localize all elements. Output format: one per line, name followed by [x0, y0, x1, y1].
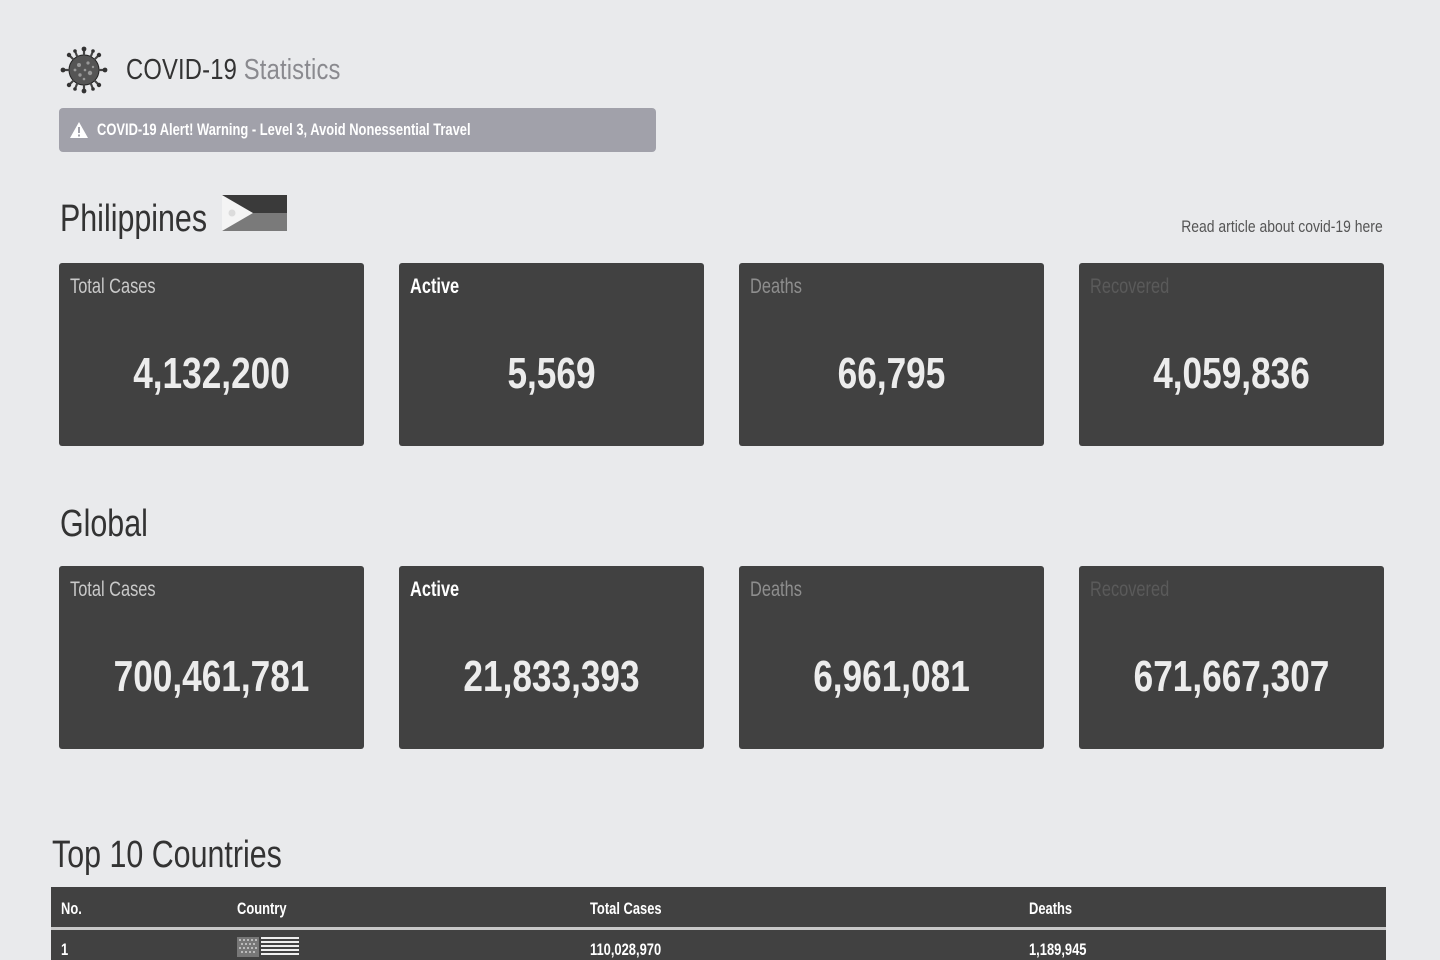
virus-icon	[60, 46, 108, 94]
stat-card-recovered: Recovered 4,059,836	[1079, 263, 1384, 446]
row-total-cases: 110,028,970	[590, 940, 662, 959]
card-label: Recovered	[1090, 578, 1170, 601]
table-header: No. Country Total Cases Deaths	[51, 887, 1386, 930]
column-header-deaths: Deaths	[1029, 899, 1073, 918]
card-value: 700,461,781	[113, 652, 310, 701]
global-stat-cards: Total Cases 700,461,781 Active 21,833,39…	[59, 566, 1384, 749]
column-header-total-cases: Total Cases	[590, 899, 662, 918]
row-number: 1	[61, 940, 69, 959]
card-value: 4,059,836	[1153, 349, 1310, 398]
alert-banner: COVID-19 Alert! Warning - Level 3, Avoid…	[59, 108, 656, 152]
column-header-no: No.	[61, 899, 82, 918]
top10-title: Top 10 Countries	[52, 834, 282, 876]
usa-flag-icon	[237, 937, 299, 957]
card-label: Deaths	[750, 275, 802, 298]
card-value: 66,795	[837, 349, 946, 398]
card-label: Deaths	[750, 578, 802, 601]
column-header-country: Country	[237, 899, 287, 918]
alert-text: COVID-19 Alert! Warning - Level 3, Avoid…	[97, 120, 471, 139]
stat-card-active: Active 21,833,393	[399, 566, 704, 749]
philippines-title: Philippines	[60, 198, 208, 240]
card-label: Total Cases	[70, 275, 156, 298]
global-title: Global	[60, 503, 148, 545]
card-label: Active	[410, 275, 460, 298]
covid-dashboard: COVID-19 Statistics COVID-19 Alert! Warn…	[0, 0, 1440, 960]
stat-card-total-cases: Total Cases 700,461,781	[59, 566, 364, 749]
card-value: 5,569	[507, 349, 596, 398]
brand-header: COVID-19 Statistics	[60, 46, 388, 94]
stat-card-active: Active 5,569	[399, 263, 704, 446]
stat-card-total-cases: Total Cases 4,132,200	[59, 263, 364, 446]
card-value: 6,961,081	[813, 652, 970, 701]
warning-triangle-icon	[70, 122, 88, 138]
card-value: 21,833,393	[463, 652, 640, 701]
top10-table: No. Country Total Cases Deaths 1 110,028…	[51, 887, 1386, 960]
card-value: 671,667,307	[1133, 652, 1330, 701]
card-value: 4,132,200	[133, 349, 290, 398]
philippines-stat-cards: Total Cases 4,132,200 Active 5,569 Death…	[59, 263, 1384, 446]
app-title: COVID-19 Statistics	[126, 54, 341, 87]
app-title-main: COVID-19	[126, 53, 237, 86]
stat-card-deaths: Deaths 66,795	[739, 263, 1044, 446]
card-label: Recovered	[1090, 275, 1170, 298]
philippines-flag-icon	[222, 195, 287, 231]
card-label: Total Cases	[70, 578, 156, 601]
app-title-accent: Statistics	[243, 53, 341, 86]
stat-card-deaths: Deaths 6,961,081	[739, 566, 1044, 749]
card-label: Active	[410, 578, 460, 601]
row-deaths: 1,189,945	[1029, 940, 1087, 959]
table-row: 1 110,028,970 1,189,945	[51, 930, 1386, 960]
stat-card-recovered: Recovered 671,667,307	[1079, 566, 1384, 749]
article-link[interactable]: Read article about covid-19 here	[1182, 217, 1383, 237]
